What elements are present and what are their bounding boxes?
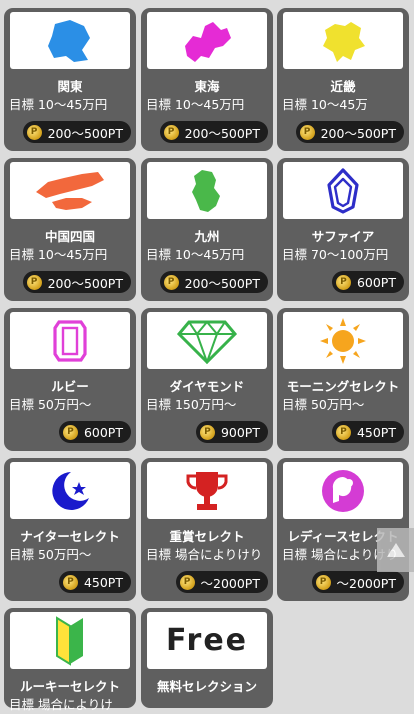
free-icon: Free: [147, 612, 267, 669]
points-value: 450PT: [83, 574, 123, 590]
plan-card-jusho[interactable]: 重賞セレクト 目標 場合によりけり P 〜2000PT: [141, 458, 273, 601]
plan-card-chugoku-shikoku[interactable]: 中国四国 目標 10〜45万円 P 200〜500PT: [4, 158, 136, 301]
kinki-map-icon: [283, 12, 403, 69]
points-badge: P 200〜500PT: [295, 121, 404, 143]
points-badge: P 200〜500PT: [22, 121, 131, 143]
card-title: 中国四国: [44, 229, 95, 244]
coin-icon: P: [179, 574, 195, 590]
points-badge: P 200〜500PT: [159, 271, 268, 293]
points-value: 200〜500PT: [47, 275, 123, 291]
card-title: 重賞セレクト: [169, 529, 245, 544]
plan-card-free[interactable]: Free 無料セレクション: [141, 608, 273, 708]
card-target: 目標 場合によりけり: [146, 547, 263, 562]
chugoku-shikoku-map-icon: [10, 162, 130, 219]
points-badge: P 450PT: [331, 421, 404, 443]
coin-icon: P: [26, 124, 42, 140]
points-value: 200〜500PT: [47, 125, 123, 141]
card-target: 目標 150万円〜: [146, 397, 237, 412]
points-value: 200〜500PT: [320, 125, 396, 141]
card-target: 目標 50万円〜: [9, 547, 92, 562]
coin-icon: P: [26, 274, 42, 290]
card-target: 目標 70〜100万円: [282, 247, 389, 262]
lady-icon: [283, 462, 403, 519]
coin-icon: P: [199, 424, 215, 440]
points-value: 〜2000PT: [336, 575, 397, 591]
card-target: 目標 10〜45万円: [146, 97, 245, 112]
tokai-map-icon: [147, 12, 267, 69]
sapphire-gem-icon: [283, 162, 403, 219]
plan-card-kanto[interactable]: 関東 目標 10〜45万円 P 200〜500PT: [4, 8, 136, 151]
plan-card-sapphire[interactable]: サファイア 目標 70〜100万円 P 600PT: [277, 158, 409, 301]
card-title: 東海: [194, 79, 220, 94]
sun-icon: [283, 312, 403, 369]
points-badge: P 200〜500PT: [22, 271, 131, 293]
card-target: 目標 10〜45万円: [9, 247, 108, 262]
coin-icon: P: [299, 124, 315, 140]
points-value: 600PT: [356, 274, 396, 290]
beginner-mark-icon: [10, 612, 130, 669]
kanto-map-icon: [10, 12, 130, 69]
coin-icon: P: [163, 274, 179, 290]
card-target: 目標 50万円〜: [9, 397, 92, 412]
card-target: 目標 10〜45万円: [146, 247, 245, 262]
coin-icon: P: [335, 274, 351, 290]
plan-card-diamond[interactable]: ダイヤモンド 目標 150万円〜 P 900PT: [141, 308, 273, 451]
scroll-to-top-button[interactable]: [377, 528, 414, 572]
points-value: 900PT: [220, 424, 260, 440]
points-badge: P 450PT: [58, 571, 131, 593]
coin-icon: P: [315, 574, 331, 590]
card-target: 目標 場合によりけ: [9, 697, 113, 712]
coin-icon: P: [62, 424, 78, 440]
card-title: 無料セレクション: [156, 679, 257, 694]
points-badge: P 〜2000PT: [175, 571, 268, 593]
arrow-up-icon: [386, 543, 405, 557]
points-badge: P 600PT: [331, 271, 404, 293]
coin-icon: P: [335, 424, 351, 440]
points-badge: P 900PT: [195, 421, 268, 443]
points-badge: P 600PT: [58, 421, 131, 443]
plan-card-ruby[interactable]: ルビー 目標 50万円〜 P 600PT: [4, 308, 136, 451]
card-title: モーニングセレクト: [286, 379, 400, 394]
plan-card-tokai[interactable]: 東海 目標 10〜45万円 P 200〜500PT: [141, 8, 273, 151]
diamond-icon: [147, 312, 267, 369]
points-value: 200〜500PT: [184, 125, 260, 141]
coin-icon: P: [62, 574, 78, 590]
moon-star-icon: [10, 462, 130, 519]
coin-icon: P: [163, 124, 179, 140]
plan-card-kyushu[interactable]: 九州 目標 10〜45万円 P 200〜500PT: [141, 158, 273, 301]
points-value: 〜2000PT: [200, 575, 261, 591]
card-target: 目標 10〜45万: [282, 97, 368, 112]
points-badge: P 〜2000PT: [311, 571, 404, 593]
plan-card-morning[interactable]: モーニングセレクト 目標 50万円〜 P 450PT: [277, 308, 409, 451]
card-target: 目標 10〜45万円: [9, 97, 108, 112]
card-target: 目標 50万円〜: [282, 397, 365, 412]
plan-card-kinki[interactable]: 近畿 目標 10〜45万 P 200〜500PT: [277, 8, 409, 151]
ruby-gem-icon: [10, 312, 130, 369]
card-title: 近畿: [330, 79, 356, 94]
points-value: 450PT: [356, 424, 396, 440]
card-title: ダイヤモンド: [169, 379, 245, 394]
card-title: サファイア: [311, 229, 375, 244]
card-title: ルビー: [51, 379, 89, 394]
points-badge: P 200〜500PT: [159, 121, 268, 143]
kyushu-map-icon: [147, 162, 267, 219]
card-title: ナイターセレクト: [20, 529, 120, 544]
plan-card-nighter[interactable]: ナイターセレクト 目標 50万円〜 P 450PT: [4, 458, 136, 601]
plan-card-rookie[interactable]: ルーキーセレクト 目標 場合によりけ: [4, 608, 136, 712]
points-value: 600PT: [83, 424, 123, 440]
card-title: ルーキーセレクト: [19, 679, 120, 694]
card-title: 関東: [57, 79, 83, 94]
free-icon-text: Free: [165, 623, 249, 658]
trophy-icon: [147, 462, 267, 519]
points-value: 200〜500PT: [184, 275, 260, 291]
card-title: 九州: [194, 229, 220, 244]
plan-grid: 関東 目標 10〜45万円 P 200〜500PT 東海 目標 10〜45万円 P…: [0, 0, 414, 712]
